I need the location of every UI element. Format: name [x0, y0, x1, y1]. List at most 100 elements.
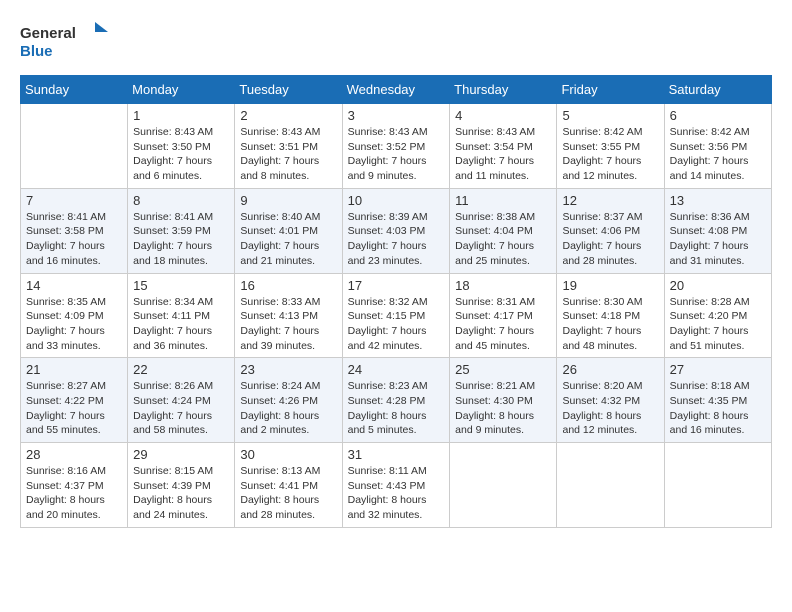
- day-info: Sunrise: 8:41 AMSunset: 3:59 PMDaylight:…: [133, 210, 229, 269]
- day-number: 6: [670, 108, 766, 123]
- calendar-cell: 22 Sunrise: 8:26 AMSunset: 4:24 PMDayligh…: [128, 358, 235, 443]
- calendar-cell: 27 Sunrise: 8:18 AMSunset: 4:35 PMDayligh…: [664, 358, 771, 443]
- calendar-cell: 31 Sunrise: 8:11 AMSunset: 4:43 PMDayligh…: [342, 443, 450, 528]
- day-number: 4: [455, 108, 551, 123]
- calendar-cell: [664, 443, 771, 528]
- day-number: 15: [133, 278, 229, 293]
- calendar-cell: 9 Sunrise: 8:40 AMSunset: 4:01 PMDaylight…: [235, 188, 342, 273]
- day-number: 1: [133, 108, 229, 123]
- day-info: Sunrise: 8:32 AMSunset: 4:15 PMDaylight:…: [348, 295, 445, 354]
- day-info: Sunrise: 8:40 AMSunset: 4:01 PMDaylight:…: [240, 210, 336, 269]
- weekday-header: Friday: [557, 76, 664, 104]
- calendar-cell: [450, 443, 557, 528]
- day-number: 9: [240, 193, 336, 208]
- svg-text:Blue: Blue: [20, 43, 53, 60]
- day-number: 10: [348, 193, 445, 208]
- day-info: Sunrise: 8:42 AMSunset: 3:55 PMDaylight:…: [562, 125, 658, 184]
- day-number: 23: [240, 362, 336, 377]
- calendar-cell: [21, 104, 128, 189]
- day-number: 20: [670, 278, 766, 293]
- calendar-cell: 8 Sunrise: 8:41 AMSunset: 3:59 PMDaylight…: [128, 188, 235, 273]
- calendar-cell: 2Sunrise: 8:43 AMSunset: 3:51 PMDaylight…: [235, 104, 342, 189]
- weekday-header: Wednesday: [342, 76, 450, 104]
- day-number: 11: [455, 193, 551, 208]
- day-number: 27: [670, 362, 766, 377]
- day-number: 8: [133, 193, 229, 208]
- day-number: 22: [133, 362, 229, 377]
- calendar-cell: 7 Sunrise: 8:41 AMSunset: 3:58 PMDaylight…: [21, 188, 128, 273]
- day-info: Sunrise: 8:33 AMSunset: 4:13 PMDaylight:…: [240, 295, 336, 354]
- calendar-header-row: SundayMondayTuesdayWednesdayThursdayFrid…: [21, 76, 772, 104]
- day-info: Sunrise: 8:43 AMSunset: 3:54 PMDaylight:…: [455, 125, 551, 184]
- calendar-cell: 3Sunrise: 8:43 AMSunset: 3:52 PMDaylight…: [342, 104, 450, 189]
- day-number: 14: [26, 278, 122, 293]
- weekday-header: Thursday: [450, 76, 557, 104]
- day-info: Sunrise: 8:31 AMSunset: 4:17 PMDaylight:…: [455, 295, 551, 354]
- day-info: Sunrise: 8:37 AMSunset: 4:06 PMDaylight:…: [562, 210, 658, 269]
- weekday-header: Tuesday: [235, 76, 342, 104]
- calendar-cell: 21Sunrise: 8:27 AMSunset: 4:22 PMDayligh…: [21, 358, 128, 443]
- calendar-week-row: 1 Sunrise: 8:43 AMSunset: 3:50 PMDaylight…: [21, 104, 772, 189]
- day-info: Sunrise: 8:16 AMSunset: 4:37 PMDaylight:…: [26, 464, 122, 523]
- day-number: 25: [455, 362, 551, 377]
- calendar-week-row: 28Sunrise: 8:16 AMSunset: 4:37 PMDayligh…: [21, 443, 772, 528]
- svg-text:General: General: [20, 25, 76, 42]
- day-info: Sunrise: 8:34 AMSunset: 4:11 PMDaylight:…: [133, 295, 229, 354]
- day-number: 16: [240, 278, 336, 293]
- day-number: 31: [348, 447, 445, 462]
- calendar-cell: 14 Sunrise: 8:35 AMSunset: 4:09 PMDayligh…: [21, 273, 128, 358]
- day-info: Sunrise: 8:20 AMSunset: 4:32 PMDaylight:…: [562, 379, 658, 438]
- calendar-cell: 15 Sunrise: 8:34 AMSunset: 4:11 PMDayligh…: [128, 273, 235, 358]
- calendar-cell: 12 Sunrise: 8:37 AMSunset: 4:06 PMDayligh…: [557, 188, 664, 273]
- day-number: 24: [348, 362, 445, 377]
- calendar-cell: 6 Sunrise: 8:42 AMSunset: 3:56 PMDaylight…: [664, 104, 771, 189]
- day-info: Sunrise: 8:30 AMSunset: 4:18 PMDaylight:…: [562, 295, 658, 354]
- day-number: 18: [455, 278, 551, 293]
- calendar-week-row: 14 Sunrise: 8:35 AMSunset: 4:09 PMDayligh…: [21, 273, 772, 358]
- day-info: Sunrise: 8:42 AMSunset: 3:56 PMDaylight:…: [670, 125, 766, 184]
- calendar-cell: 30 Sunrise: 8:13 AMSunset: 4:41 PMDayligh…: [235, 443, 342, 528]
- calendar-cell: 1 Sunrise: 8:43 AMSunset: 3:50 PMDaylight…: [128, 104, 235, 189]
- calendar-cell: 28Sunrise: 8:16 AMSunset: 4:37 PMDayligh…: [21, 443, 128, 528]
- weekday-header: Saturday: [664, 76, 771, 104]
- day-info: Sunrise: 8:11 AMSunset: 4:43 PMDaylight:…: [348, 464, 445, 523]
- calendar-cell: 23 Sunrise: 8:24 AMSunset: 4:26 PMDayligh…: [235, 358, 342, 443]
- calendar-cell: 18 Sunrise: 8:31 AMSunset: 4:17 PMDayligh…: [450, 273, 557, 358]
- calendar-week-row: 7 Sunrise: 8:41 AMSunset: 3:58 PMDaylight…: [21, 188, 772, 273]
- day-info: Sunrise: 8:35 AMSunset: 4:09 PMDaylight:…: [26, 295, 122, 354]
- day-info: Sunrise: 8:24 AMSunset: 4:26 PMDaylight:…: [240, 379, 336, 438]
- day-info: Sunrise: 8:39 AMSunset: 4:03 PMDaylight:…: [348, 210, 445, 269]
- day-info: Sunrise: 8:43 AMSunset: 3:51 PMDaylight:…: [240, 125, 336, 184]
- calendar-cell: 26 Sunrise: 8:20 AMSunset: 4:32 PMDayligh…: [557, 358, 664, 443]
- calendar-cell: 19 Sunrise: 8:30 AMSunset: 4:18 PMDayligh…: [557, 273, 664, 358]
- day-number: 13: [670, 193, 766, 208]
- page-header: General Blue: [20, 20, 772, 65]
- calendar-cell: 13 Sunrise: 8:36 AMSunset: 4:08 PMDayligh…: [664, 188, 771, 273]
- day-number: 7: [26, 193, 122, 208]
- day-number: 3: [348, 108, 445, 123]
- calendar-cell: 4 Sunrise: 8:43 AMSunset: 3:54 PMDaylight…: [450, 104, 557, 189]
- day-number: 17: [348, 278, 445, 293]
- day-number: 30: [240, 447, 336, 462]
- day-number: 12: [562, 193, 658, 208]
- day-info: Sunrise: 8:41 AMSunset: 3:58 PMDaylight:…: [26, 210, 122, 269]
- calendar-cell: 10 Sunrise: 8:39 AMSunset: 4:03 PMDayligh…: [342, 188, 450, 273]
- day-info: Sunrise: 8:43 AMSunset: 3:50 PMDaylight:…: [133, 125, 229, 184]
- day-number: 19: [562, 278, 658, 293]
- weekday-header: Sunday: [21, 76, 128, 104]
- day-number: 26: [562, 362, 658, 377]
- calendar-cell: 16 Sunrise: 8:33 AMSunset: 4:13 PMDayligh…: [235, 273, 342, 358]
- day-info: Sunrise: 8:18 AMSunset: 4:35 PMDaylight:…: [670, 379, 766, 438]
- calendar-cell: 29Sunrise: 8:15 AMSunset: 4:39 PMDayligh…: [128, 443, 235, 528]
- day-info: Sunrise: 8:26 AMSunset: 4:24 PMDaylight:…: [133, 379, 229, 438]
- calendar-cell: 24 Sunrise: 8:23 AMSunset: 4:28 PMDayligh…: [342, 358, 450, 443]
- day-info: Sunrise: 8:21 AMSunset: 4:30 PMDaylight:…: [455, 379, 551, 438]
- calendar-cell: 11 Sunrise: 8:38 AMSunset: 4:04 PMDayligh…: [450, 188, 557, 273]
- day-info: Sunrise: 8:23 AMSunset: 4:28 PMDaylight:…: [348, 379, 445, 438]
- day-info: Sunrise: 8:27 AMSunset: 4:22 PMDaylight:…: [26, 379, 122, 438]
- day-info: Sunrise: 8:36 AMSunset: 4:08 PMDaylight:…: [670, 210, 766, 269]
- day-info: Sunrise: 8:13 AMSunset: 4:41 PMDaylight:…: [240, 464, 336, 523]
- calendar-cell: [557, 443, 664, 528]
- day-info: Sunrise: 8:38 AMSunset: 4:04 PMDaylight:…: [455, 210, 551, 269]
- weekday-header: Monday: [128, 76, 235, 104]
